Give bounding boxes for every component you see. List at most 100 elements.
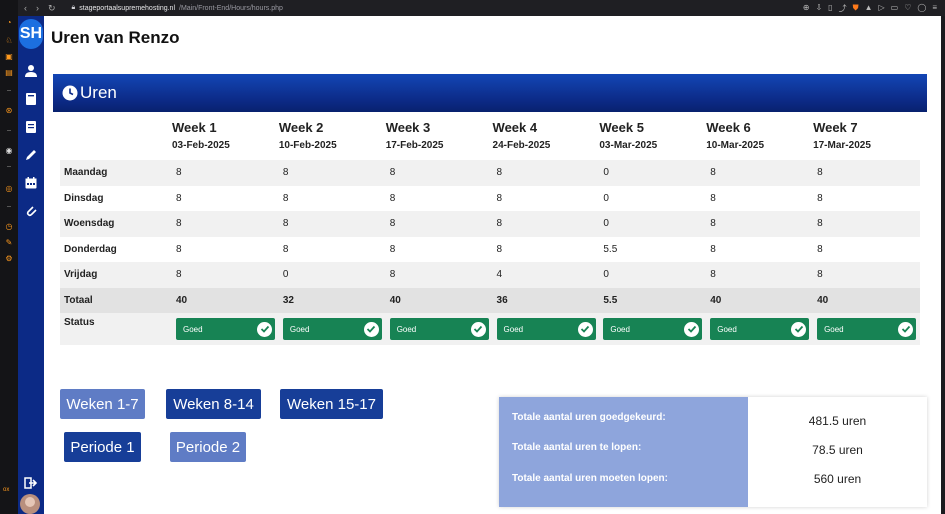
hours-cell: 0 <box>278 262 386 288</box>
weeks-8-14-button[interactable]: Weken 8-14 <box>166 389 261 419</box>
hours-table: Week 1 03-Feb-2025 Week 2 10-Feb-2025 Week 3… <box>60 116 920 345</box>
status-text: Goed <box>610 324 630 334</box>
orange-app-icon[interactable]: ▤ <box>4 68 14 78</box>
hours-cell: 0 <box>599 160 707 186</box>
hours-cell: 4 <box>492 262 600 288</box>
hours-cell: 8 <box>813 211 920 237</box>
menu-icon[interactable]: ≡ <box>932 3 937 14</box>
status-badge[interactable]: Goed <box>817 318 917 340</box>
url-path: /Main/Front-End/Hours/hours.php <box>179 4 283 12</box>
hours-cell: 0 <box>599 211 707 237</box>
bookmark-icon[interactable]: ▯ <box>828 3 832 14</box>
hours-cell: 8 <box>492 185 600 211</box>
account-icon[interactable]: ◯ <box>917 3 926 14</box>
day-label: Maandag <box>60 160 172 186</box>
orange-app-icon[interactable]: ♘ <box>4 36 14 46</box>
hours-cell: 0 <box>599 262 707 288</box>
logout-icon[interactable] <box>24 476 38 490</box>
share-icon[interactable]: ⤴ <box>839 3 847 14</box>
orange-app-icon[interactable]: ◎ <box>4 184 14 194</box>
status-badge[interactable]: Goed <box>282 318 382 340</box>
card-title: Uren <box>80 83 117 102</box>
hours-cell: 8 <box>172 211 279 237</box>
status-badge[interactable]: Goed <box>176 318 275 340</box>
hours-cell: 8 <box>706 211 814 237</box>
gear-icon[interactable]: ⚙ <box>4 254 14 264</box>
table-header-row: Week 1 03-Feb-2025 Week 2 10-Feb-2025 Week 3… <box>60 116 920 160</box>
orange-app-icon[interactable]: ◔ <box>4 18 14 28</box>
week-label: Week 3 <box>385 120 431 135</box>
calendar-icon[interactable] <box>24 176 38 190</box>
heart-icon[interactable]: ♡ <box>904 3 911 14</box>
status-cell: Goed <box>278 313 386 345</box>
remaining-hours-value: 78.5 uren <box>812 443 863 457</box>
pencil-icon[interactable] <box>24 148 38 162</box>
hours-cell: 8 <box>706 185 814 211</box>
avatar[interactable] <box>20 494 40 514</box>
week-label: Week 6 <box>706 120 751 135</box>
status-text: Goed <box>824 324 844 334</box>
week-date: 03-Feb-2025 <box>172 140 230 151</box>
separator <box>7 130 11 131</box>
clock-icon[interactable]: ◷ <box>4 222 14 232</box>
user-icon[interactable] <box>24 64 38 78</box>
week-label: Week 4 <box>492 120 538 135</box>
weeks-15-17-button[interactable]: Weken 15-17 <box>280 389 383 419</box>
week-header: Week 7 17-Mar-2025 <box>813 116 920 160</box>
extension-icon[interactable]: ▲ <box>865 3 873 14</box>
separator <box>7 166 11 167</box>
orange-app-icon[interactable]: ⊛ <box>4 106 14 116</box>
day-label: Dinsdag <box>60 185 172 211</box>
download-icon[interactable]: ⇩ <box>815 3 822 14</box>
page-title: Uren van Renzo <box>51 28 180 47</box>
check-icon <box>363 321 379 337</box>
brave-shield-icon[interactable]: ⛊ <box>853 3 859 14</box>
back-icon[interactable]: ‹ <box>24 3 27 14</box>
status-badge[interactable]: Goed <box>710 318 810 340</box>
hours-cell: 5.5 <box>599 236 707 262</box>
week-date: 24-Feb-2025 <box>492 140 551 151</box>
hours-summary: Totale aantal uren goedgekeurd: 481.5 ur… <box>499 397 927 507</box>
zoom-icon[interactable]: ⊕ <box>803 3 810 14</box>
total-cell: 32 <box>278 287 386 313</box>
paperclip-icon[interactable] <box>24 204 38 218</box>
os-side-strip: ◔ ♘ ▣ ▤ ⊛ ◉ ◎ ◷ ✎ ⚙ ox <box>0 0 18 514</box>
hours-cell: 8 <box>813 160 920 186</box>
hours-cell: 8 <box>813 236 920 262</box>
weeks-1-7-button[interactable]: Weken 1-7 <box>60 389 145 419</box>
status-badge[interactable]: Goed <box>496 318 596 340</box>
hours-cell: 8 <box>813 262 920 288</box>
status-cell: Goed <box>599 313 707 345</box>
hours-card-header: Uren <box>53 74 927 112</box>
week-date: 10-Mar-2025 <box>706 140 765 151</box>
wallet-icon[interactable]: ▭ <box>891 3 899 14</box>
table-row: Maandag 8 8 8 8 0 8 8 <box>60 160 920 186</box>
required-hours-label: Totale aantal uren moeten lopen: <box>512 473 668 484</box>
week-header: Week 6 10-Mar-2025 <box>706 116 813 160</box>
total-cell: 40 <box>385 287 493 313</box>
week-header: Week 2 10-Feb-2025 <box>279 116 386 160</box>
notebook-icon[interactable] <box>24 120 38 134</box>
total-cell: 5.5 <box>599 287 707 313</box>
logo[interactable]: SH <box>19 19 43 49</box>
address-bar[interactable]: 🔒︎ stageportaalsupremehosting.nl/Main/Fr… <box>72 4 283 12</box>
status-text: Goed <box>717 324 737 334</box>
periode-1-button[interactable]: Periode 1 <box>64 432 141 462</box>
url-host: stageportaalsupremehosting.nl <box>79 4 176 12</box>
total-cell: 40 <box>172 287 279 313</box>
total-label: Totaal <box>60 287 172 313</box>
periode-2-button[interactable]: Periode 2 <box>170 432 246 462</box>
status-badge[interactable]: Goed <box>603 318 703 340</box>
status-badge[interactable]: Goed <box>389 318 489 340</box>
reload-icon[interactable]: ↻ <box>48 3 56 14</box>
check-icon <box>470 321 486 337</box>
approved-hours-value: 481.5 uren <box>808 414 867 428</box>
play-icon[interactable]: ▷ <box>878 3 884 14</box>
discord-icon[interactable]: ◉ <box>4 146 14 156</box>
book-icon[interactable] <box>24 92 38 106</box>
orange-app-icon[interactable]: ▣ <box>4 52 14 62</box>
hours-cell: 8 <box>492 211 600 237</box>
required-hours-value: 560 uren <box>813 472 862 486</box>
forward-icon[interactable]: › <box>36 3 39 14</box>
orange-app-icon[interactable]: ✎ <box>4 238 14 248</box>
